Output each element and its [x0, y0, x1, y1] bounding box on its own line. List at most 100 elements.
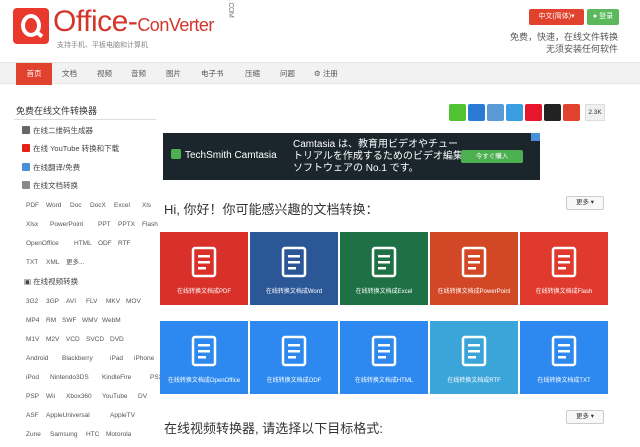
more-dropdown-button[interactable]: 更多 ▾ [566, 196, 604, 210]
nav-item-compress[interactable]: 压缩 [245, 63, 260, 85]
format-link[interactable]: XML [46, 259, 59, 267]
format-link[interactable]: AppleUniversal [46, 412, 90, 420]
qzone-share-icon[interactable] [468, 104, 485, 121]
format-link[interactable]: Xls [142, 202, 151, 210]
more-share-icon[interactable] [563, 104, 580, 121]
format-link[interactable]: FLV [86, 298, 97, 306]
format-link[interactable]: MP4 [26, 317, 39, 325]
sidebar-link-docs[interactable]: 在线文档转换 [22, 181, 78, 191]
format-link[interactable]: Word [46, 202, 61, 210]
format-link[interactable]: ODF [98, 240, 112, 248]
logo-converter-text: ConVerter [137, 15, 214, 35]
register-label: 注册 [323, 69, 338, 78]
format-link[interactable]: RTF [118, 240, 131, 248]
logo-icon[interactable] [13, 8, 49, 44]
format-link[interactable]: OpenOffice [26, 240, 59, 248]
format-link[interactable]: Flash [142, 221, 158, 229]
format-link[interactable]: 更多... [66, 259, 84, 267]
more-dropdown-button-video[interactable]: 更多 ▾ [566, 410, 604, 424]
format-link[interactable]: Excel [114, 202, 130, 210]
converter-tile-label: 在线转换文档成PowerPoint [430, 286, 518, 295]
format-link[interactable]: 3GP [46, 298, 59, 306]
sina-weibo-share-icon[interactable] [525, 104, 542, 121]
nav-item-audio[interactable]: 音频 [131, 63, 146, 85]
openoffice-icon [190, 335, 218, 367]
ad-info-icon[interactable] [531, 133, 540, 141]
login-button[interactable]: ● 登录 [587, 9, 619, 25]
converter-tile[interactable]: 在线转换文档成TXT [520, 321, 608, 394]
format-link[interactable]: AppleTV [110, 412, 135, 420]
nav-item-home[interactable]: 首页 [16, 63, 52, 85]
format-link[interactable]: Xbox360 [66, 393, 92, 401]
sidebar-link-youtube[interactable]: 在线 YouTube 转换和下载 [22, 144, 119, 154]
nav-item-documents[interactable]: 文档 [62, 63, 77, 85]
sidebar-link-translate[interactable]: 在线翻译/免费 [22, 163, 80, 173]
format-link[interactable]: iPod [26, 374, 39, 382]
converter-tile[interactable]: 在线转换文档成OpenOffice [160, 321, 248, 394]
format-link[interactable]: PPTX [118, 221, 135, 229]
format-link[interactable]: PDF [26, 202, 39, 210]
format-link[interactable]: PSP [26, 393, 39, 401]
format-link[interactable]: HTC [86, 431, 99, 439]
converter-tile[interactable]: 在线转换文档成Flash [520, 232, 608, 305]
format-link[interactable]: iPhone [134, 355, 154, 363]
language-button[interactable]: 中文(简体)▾ [529, 9, 584, 25]
wechat-share-icon[interactable] [449, 104, 466, 121]
format-link[interactable]: PowerPoint [50, 221, 83, 229]
nav-item-register[interactable]: ⚙ 注册 [314, 63, 338, 85]
qq-weibo-share-icon[interactable] [487, 104, 504, 121]
converter-tile[interactable]: 在线转换文档成Excel [340, 232, 428, 305]
site-logo[interactable]: Office-ConVerter.COM [53, 6, 246, 41]
format-link[interactable]: M2V [46, 336, 59, 344]
nav-item-video[interactable]: 视频 [97, 63, 112, 85]
converter-tile[interactable]: 在线转换文档成ODF [250, 321, 338, 394]
qr-icon [22, 126, 30, 134]
format-link[interactable]: Samsung [50, 431, 77, 439]
sidebar-link-label: 在线翻译/免费 [33, 163, 80, 172]
nav-item-faq[interactable]: 问题 [280, 63, 295, 85]
video-section-heading: 在线视频转换器, 请选择以下目标格式: [164, 418, 383, 437]
format-link[interactable]: 3G2 [26, 298, 38, 306]
format-link[interactable]: MOV [126, 298, 141, 306]
format-link[interactable]: iPad [110, 355, 123, 363]
sidebar-link-qr[interactable]: 在线二维码生成器 [22, 126, 93, 136]
format-link[interactable]: KindleFire [102, 374, 131, 382]
nav-item-ebooks[interactable]: 电子书 [201, 63, 224, 85]
format-link[interactable]: SWF [62, 317, 76, 325]
nav-item-images[interactable]: 图片 [166, 63, 181, 85]
converter-tile[interactable]: 在线转换文档成Word [250, 232, 338, 305]
converter-tile[interactable]: 在线转换文档成RTF [430, 321, 518, 394]
format-link[interactable]: Android [26, 355, 48, 363]
converter-tile[interactable]: 在线转换文档成PowerPoint [430, 232, 518, 305]
format-link[interactable]: MKV [106, 298, 120, 306]
format-link[interactable]: Motorola [106, 431, 131, 439]
format-link[interactable]: Xlsx [26, 221, 38, 229]
format-link[interactable]: Nintendo3DS [50, 374, 89, 382]
format-link[interactable]: VCD [66, 336, 80, 344]
format-link[interactable]: HTML [74, 240, 92, 248]
format-link[interactable]: DVD [110, 336, 124, 344]
ad-buy-button[interactable]: 今すぐ購入 [461, 150, 523, 163]
format-link[interactable]: SVCD [86, 336, 104, 344]
format-link[interactable]: M1V [26, 336, 39, 344]
format-link[interactable]: PPT [98, 221, 111, 229]
format-link[interactable]: WebM [102, 317, 121, 325]
converter-tile[interactable]: 在线转换文档成HTML [340, 321, 428, 394]
format-link[interactable]: YouTube [102, 393, 128, 401]
format-link[interactable]: DV [138, 393, 147, 401]
format-link[interactable]: Doc [70, 202, 82, 210]
converter-tile[interactable]: 在线转换文档成PDF [160, 232, 248, 305]
format-link[interactable]: Wii [46, 393, 55, 401]
ad-banner[interactable]: TechSmith Camtasia Camtasia は、教育用ビデオやチュー… [163, 133, 540, 180]
format-link[interactable]: AVI [66, 298, 76, 306]
tencent-share-icon[interactable] [506, 104, 523, 121]
qq-share-icon[interactable] [544, 104, 561, 121]
format-link[interactable]: RM [46, 317, 56, 325]
format-link[interactable]: ASF [26, 412, 39, 420]
format-link[interactable]: Blackberry [62, 355, 93, 363]
format-link[interactable]: Zune [26, 431, 41, 439]
format-link[interactable]: TXT [26, 259, 38, 267]
format-link[interactable]: WMV [82, 317, 98, 325]
converter-tile-label: 在线转换文档成Excel [340, 286, 428, 295]
format-link[interactable]: DocX [90, 202, 106, 210]
